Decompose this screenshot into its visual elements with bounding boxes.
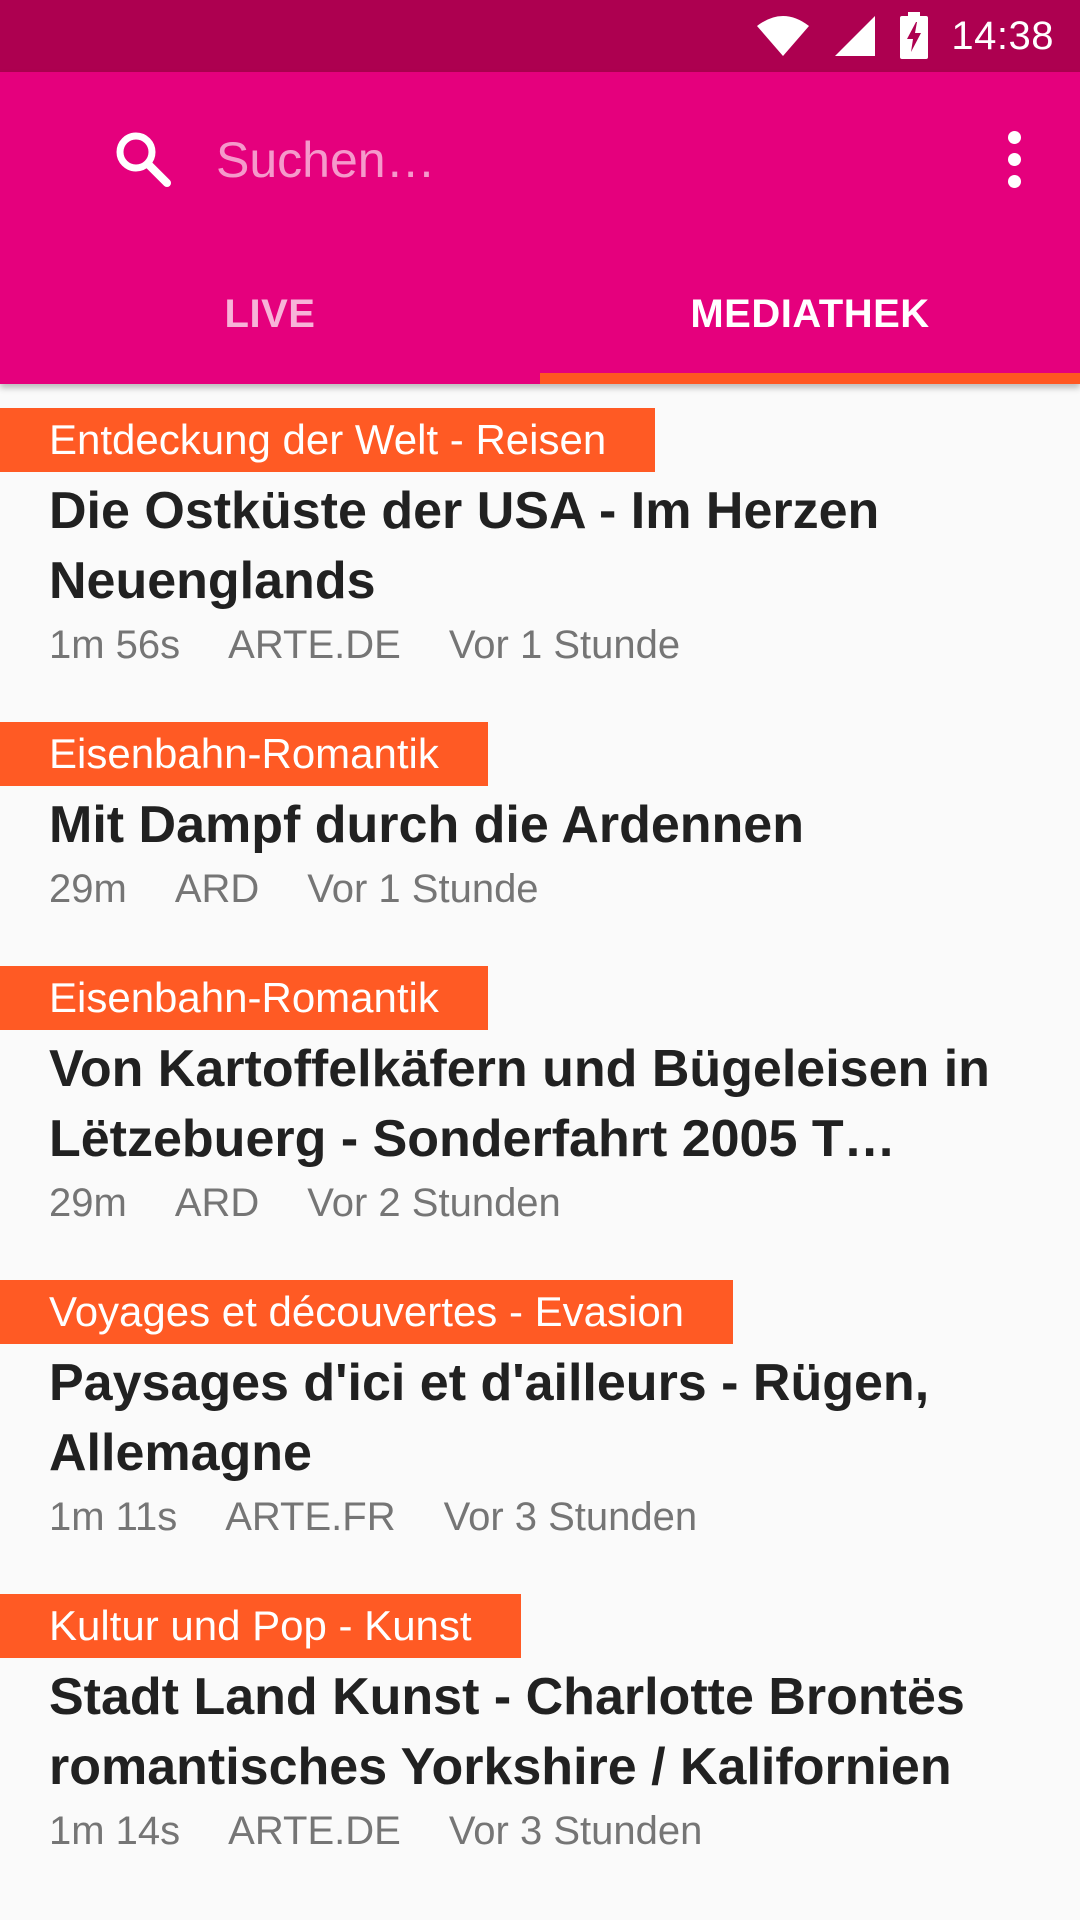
search-input[interactable] [216,120,956,200]
item-title: Die Ostküste der USA - Im Herzen Neuengl… [49,482,880,610]
item-channel: ARTE.FR [225,1495,396,1539]
search-icon[interactable] [113,129,173,189]
item-title: Paysages d'ici et d'ailleurs - Rügen, Al… [49,1354,930,1482]
item-time: Vor 3 Stunden [448,1809,703,1853]
item-channel: ARTE.DE [228,623,401,667]
menu-dot [1007,152,1021,166]
menu-dot [1007,130,1021,144]
item-duration: 29m [49,1181,127,1225]
item-channel: ARD [174,867,260,911]
item-meta: 1m 56s ARTE.DE Vor 1 Stunde [49,616,1032,674]
search-row [0,72,1080,244]
item-duration: 29m [49,867,127,911]
item-title: Von Kartoffelkäfern und Bügeleisen in Lë… [49,1040,990,1168]
item-time: Vor 3 Stunden [443,1495,698,1539]
list-item[interactable]: Entdeckung der Welt - Reisen Die Ostküst… [0,384,1080,698]
item-channel: ARTE.DE [228,1809,401,1853]
battery-charging-icon [900,12,929,59]
wifi-icon [757,16,810,56]
list-item[interactable]: Kultur und Pop - Kunst Stadt Land Kunst … [0,1570,1080,1884]
more-vert-icon[interactable] [982,124,1046,194]
signal-icon [835,16,876,56]
topic-badge: Eisenbahn-Romantik [0,966,488,1030]
list-item[interactable]: Eisenbahn-Romantik Mit Dampf durch die A… [0,698,1080,942]
topic-badge: Voyages et découvertes - Evasion [0,1280,734,1344]
menu-dot [1007,174,1021,188]
status-bar: 14:38 [0,0,1080,72]
item-channel: ARD [174,1181,260,1225]
item-meta: 29m ARD Vor 2 Stunden [49,1174,1032,1232]
tab-live[interactable]: LIVE [0,244,540,384]
item-duration: 1m 56s [49,623,181,667]
item-time: Vor 1 Stunde [448,623,681,667]
topic-badge: Kultur und Pop - Kunst [0,1594,521,1658]
item-meta: 29m ARD Vor 1 Stunde [49,860,1032,918]
status-icons: 14:38 [755,0,1054,72]
list-item[interactable]: Eisenbahn-Romantik Von Kartoffelkäfern u… [0,942,1080,1256]
item-meta: 1m 14s ARTE.DE Vor 3 Stunden [49,1802,1032,1860]
item-duration: 1m 14s [49,1809,181,1853]
item-time: Vor 2 Stunden [307,1181,561,1225]
tab-mediathek[interactable]: MEDIATHEK [540,244,1080,384]
item-time: Vor 1 Stunde [307,867,539,911]
status-time: 14:38 [951,14,1054,58]
item-meta: 1m 11s ARTE.FR Vor 3 Stunden [49,1488,1032,1546]
item-duration: 1m 11s [49,1495,178,1539]
item-title: Mit Dampf durch die Ardennen [49,796,804,854]
tab-bar: LIVE MEDIATHEK [0,244,1080,384]
media-list: Entdeckung der Welt - Reisen Die Ostküst… [0,384,1080,1920]
topic-badge: Eisenbahn-Romantik [0,722,488,786]
topic-badge: Entdeckung der Welt - Reisen [0,408,656,472]
app-bar: LIVE MEDIATHEK [0,72,1080,384]
list-item[interactable]: Voyages et découvertes - Evasion Paysage… [0,1256,1080,1570]
item-title: Stadt Land Kunst - Charlotte Brontës rom… [49,1668,965,1796]
